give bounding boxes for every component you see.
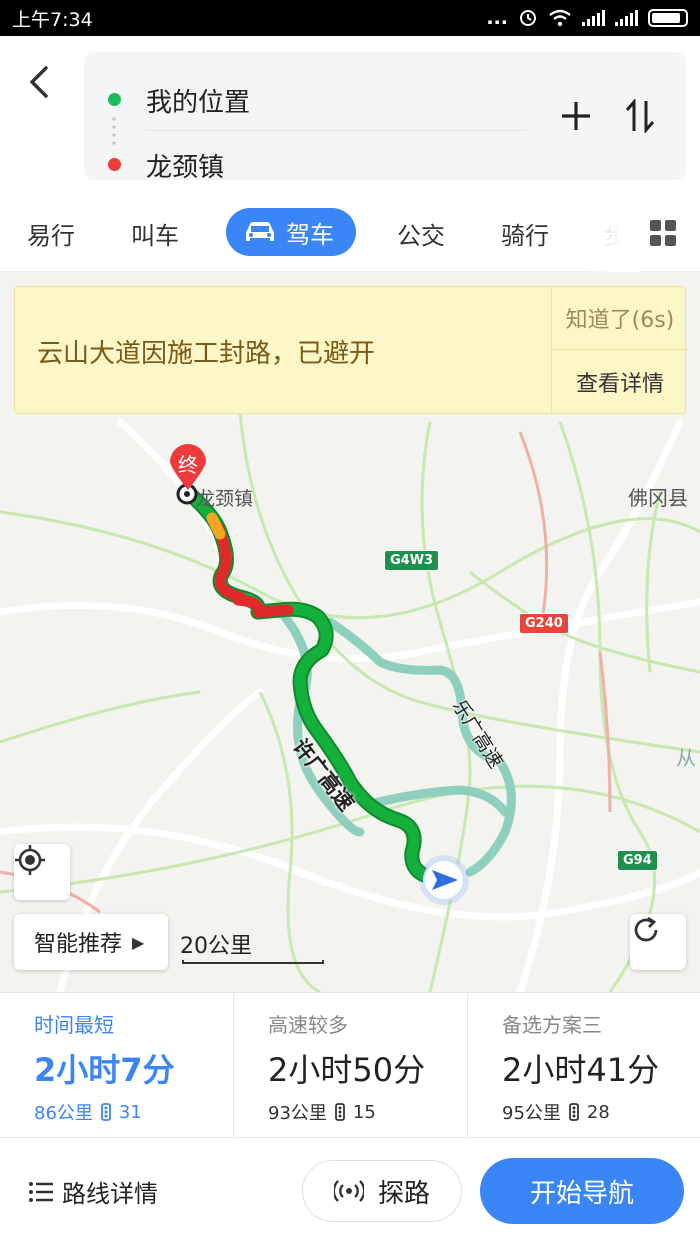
route-input-box: 我的位置 龙颈镇 xyxy=(84,52,686,183)
route-option-label: 备选方案三 xyxy=(502,1013,602,1037)
route-connector xyxy=(112,115,116,145)
route-option-meta: 95公里 28 xyxy=(502,1099,610,1125)
route-option-lights: 15 xyxy=(352,1101,376,1123)
chevron-left-icon xyxy=(30,66,48,98)
alarm-icon xyxy=(520,10,536,26)
refresh-button[interactable] xyxy=(630,914,686,970)
route-options: 时间最短 2小时7分 86公里 31 高速较多 2小时50分 93公里 15 备… xyxy=(0,992,700,1139)
route-details-label: 路线详情 xyxy=(62,1180,158,1208)
route-option-lights: 31 xyxy=(118,1101,142,1123)
end-marker-label: 终 xyxy=(178,453,198,477)
route-option-1[interactable]: 时间最短 2小时7分 86公里 31 xyxy=(0,993,233,1139)
swap-button[interactable] xyxy=(620,96,660,136)
traffic-light-icon xyxy=(569,1103,579,1121)
tab-cycling[interactable]: 骑行 xyxy=(501,216,549,251)
county-label: 佛冈县 xyxy=(628,486,688,510)
road-badge-g94: G94 xyxy=(617,850,658,871)
plus-icon xyxy=(562,102,590,130)
from-field[interactable]: 我的位置 xyxy=(146,82,250,119)
signal-icon xyxy=(582,10,605,26)
route-option-time: 2小时7分 xyxy=(34,1051,175,1089)
view-details-button[interactable]: 查看详情 xyxy=(552,350,688,413)
route-option-label: 高速较多 xyxy=(268,1013,348,1037)
more-modes-icon[interactable] xyxy=(650,220,676,246)
to-field[interactable]: 龙颈镇 xyxy=(146,147,224,184)
route-option-distance: 86公里 xyxy=(34,1103,93,1124)
list-icon xyxy=(29,1181,53,1202)
map-view[interactable]: 云山大道因施工封路，已避开 知道了(6s) 查看详情 终 龙颈镇 佛冈县 从 G… xyxy=(0,272,700,992)
road-closure-notice: 云山大道因施工封路，已避开 知道了(6s) 查看详情 xyxy=(14,286,688,414)
wifi-icon xyxy=(549,9,571,27)
caret-right-icon: ▶ xyxy=(132,932,145,952)
scale-bar xyxy=(182,960,324,964)
battery-icon xyxy=(648,9,688,27)
end-dot xyxy=(108,158,121,171)
road-badge-g240: G240 xyxy=(519,613,569,634)
notice-text: 云山大道因施工封路，已避开 xyxy=(37,339,376,369)
route-option-distance: 93公里 xyxy=(268,1103,327,1124)
edge-label: 从 xyxy=(676,746,696,770)
scale-label: 20公里 xyxy=(180,934,252,959)
start-dot xyxy=(108,93,121,106)
route-option-3[interactable]: 备选方案三 2小时41分 95公里 28 xyxy=(467,993,700,1139)
locate-button[interactable] xyxy=(14,844,70,900)
start-navigation-button[interactable]: 开始导航 xyxy=(480,1158,684,1224)
broadcast-icon xyxy=(333,1180,364,1202)
route-option-time: 2小时41分 xyxy=(502,1051,660,1089)
route-option-time: 2小时50分 xyxy=(268,1051,426,1089)
refresh-icon xyxy=(634,916,658,942)
explore-route-button[interactable]: 探路 xyxy=(302,1160,462,1222)
status-time: 上午7:34 xyxy=(12,8,93,31)
travel-mode-tabs: 易行 叫车 驾车 公交 骑行 步 xyxy=(0,196,700,272)
explore-route-label: 探路 xyxy=(377,1178,430,1209)
tab-driving[interactable]: 驾车 xyxy=(226,208,356,256)
crosshair-icon xyxy=(15,845,45,875)
tab-driving-label: 驾车 xyxy=(286,220,334,249)
traffic-light-icon xyxy=(101,1103,111,1121)
smart-recommend-button[interactable]: 智能推荐 ▶ xyxy=(14,914,168,970)
road-badge-g4w3: G4W3 xyxy=(384,550,440,571)
route-option-label: 时间最短 xyxy=(34,1013,114,1037)
swap-icon xyxy=(625,99,655,133)
status-bar: 上午7:34 ... xyxy=(0,0,700,36)
route-option-2[interactable]: 高速较多 2小时50分 93公里 15 xyxy=(233,993,467,1139)
tab-transit[interactable]: 公交 xyxy=(397,216,445,251)
dismiss-notice-button[interactable]: 知道了(6s) xyxy=(552,287,688,350)
more-dots: ... xyxy=(486,7,508,29)
route-option-meta: 93公里 15 xyxy=(268,1099,376,1125)
bottom-action-bar: 路线详情 探路 开始导航 xyxy=(0,1138,700,1244)
traffic-light-icon xyxy=(335,1103,345,1121)
tab-yixing[interactable]: 易行 xyxy=(27,216,75,251)
route-details-button[interactable]: 路线详情 xyxy=(28,1174,158,1209)
notice-actions: 知道了(6s) 查看详情 xyxy=(551,287,688,413)
recommend-label: 智能推荐 xyxy=(34,932,123,957)
route-option-lights: 28 xyxy=(586,1101,610,1123)
add-waypoint-button[interactable] xyxy=(556,96,596,136)
route-option-meta: 86公里 31 xyxy=(34,1099,142,1125)
tabs-fade xyxy=(580,196,640,272)
signal-2-icon xyxy=(615,10,638,26)
tab-taxi[interactable]: 叫车 xyxy=(131,216,179,251)
car-icon xyxy=(246,222,274,241)
destination-label: 龙颈镇 xyxy=(196,488,254,510)
back-button[interactable] xyxy=(22,62,58,102)
route-option-distance: 95公里 xyxy=(502,1103,561,1124)
route-header: 我的位置 龙颈镇 xyxy=(0,36,700,196)
field-divider xyxy=(146,130,526,131)
